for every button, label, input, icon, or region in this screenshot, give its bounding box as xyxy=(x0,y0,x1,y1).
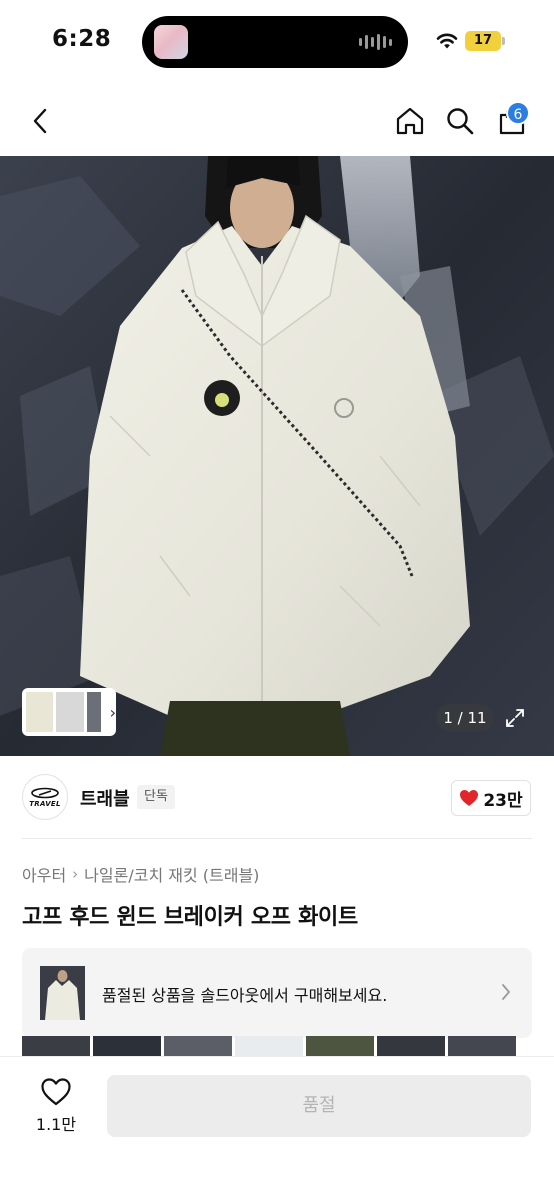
soldout-banner-thumbnail xyxy=(40,966,85,1020)
brand-logo-mark xyxy=(31,787,59,798)
gallery-page-indicator: 1 / 11 xyxy=(436,704,494,732)
brand-row: TRAVEL 트래블 단독 23만 xyxy=(0,772,554,826)
brand-logo[interactable]: TRAVEL xyxy=(22,774,68,820)
soldout-purchase-button[interactable]: 품절 xyxy=(107,1075,531,1137)
thumbnail-model xyxy=(56,692,84,732)
home-icon xyxy=(396,107,424,135)
chevron-right-icon: › xyxy=(109,702,116,722)
status-bar: 6:28 17 xyxy=(0,0,554,86)
chevron-right-icon xyxy=(502,984,510,1000)
bottom-action-bar: 1.1만 품절 xyxy=(0,1056,554,1200)
dynamic-island[interactable] xyxy=(142,16,408,68)
home-button[interactable] xyxy=(388,86,432,156)
divider xyxy=(22,838,532,839)
related-image[interactable] xyxy=(306,1036,374,1058)
product-title: 고프 후드 윈드 브레이커 오프 화이트 xyxy=(22,905,358,930)
related-image[interactable] xyxy=(377,1036,445,1058)
related-image[interactable] xyxy=(22,1036,90,1058)
breadcrumb-subcategory[interactable]: 나일론/코치 재킷 (트래블) xyxy=(84,862,259,886)
exclusive-tag: 단독 xyxy=(137,785,175,809)
brand-logo-text: TRAVEL xyxy=(29,799,61,808)
brand-name[interactable]: 트래블 xyxy=(80,785,130,811)
brand-like-button[interactable]: 23만 xyxy=(451,780,531,816)
search-icon xyxy=(447,108,474,135)
battery-indicator: 17 xyxy=(465,31,501,51)
top-nav xyxy=(0,86,554,156)
related-image[interactable] xyxy=(164,1036,232,1058)
thumbnail-jacket xyxy=(26,692,54,732)
heart-filled-icon xyxy=(460,790,479,806)
related-image[interactable] xyxy=(448,1036,516,1058)
related-image[interactable] xyxy=(93,1036,161,1058)
jacket-thumbnail-image xyxy=(40,966,85,1020)
soldout-banner-text: 품절된 상품을 솔드아웃에서 구매해보세요. xyxy=(102,986,388,1005)
breadcrumb-separator-icon: › xyxy=(72,865,79,883)
back-button[interactable] xyxy=(18,86,62,156)
breadcrumb: 아우터 › 나일론/코치 재킷 (트래블) xyxy=(22,862,259,886)
status-time: 6:28 xyxy=(52,26,112,52)
thumbnail-detail xyxy=(86,692,101,732)
now-playing-artwork xyxy=(154,25,188,59)
related-images-strip xyxy=(22,1036,532,1058)
expand-icon[interactable] xyxy=(504,707,526,729)
breadcrumb-category[interactable]: 아우터 xyxy=(22,862,66,886)
wifi-icon xyxy=(436,33,458,49)
product-photo xyxy=(0,156,554,756)
brand-like-count: 23만 xyxy=(483,790,523,811)
gallery-thumbnail-strip[interactable]: › xyxy=(22,688,116,736)
heart-outline-icon[interactable] xyxy=(40,1077,72,1107)
search-button[interactable] xyxy=(438,86,482,156)
wishlist-count: 1.1만 xyxy=(35,1115,77,1134)
chevron-left-icon xyxy=(33,108,47,134)
cart-count-badge: 6 xyxy=(506,101,530,125)
soldout-banner[interactable]: 품절된 상품을 솔드아웃에서 구매해보세요. xyxy=(22,948,532,1038)
product-image-gallery[interactable]: › 1 / 11 xyxy=(0,156,554,756)
related-image[interactable] xyxy=(235,1036,303,1058)
battery-cap xyxy=(502,37,505,45)
audio-wave-icon xyxy=(359,33,392,51)
